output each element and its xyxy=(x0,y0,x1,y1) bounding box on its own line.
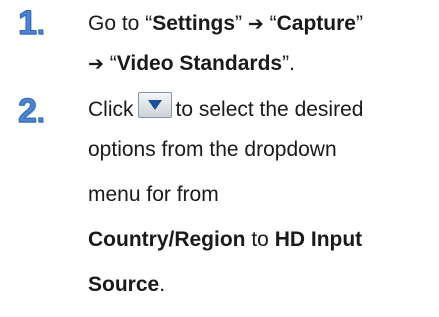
source-label: Source xyxy=(88,273,160,296)
step-1-line-1: Go to “Settings” ➔ “Capture” xyxy=(88,4,363,44)
step-1-line-2: ➔ “Video Standards”. xyxy=(88,44,363,84)
country-region-label: Country/Region xyxy=(88,228,246,251)
video-standards-label: Video Standards xyxy=(116,52,283,75)
step-number-1: 1. xyxy=(18,4,46,42)
step-number-2-digit: 2 xyxy=(18,92,38,130)
right-arrow-icon: ➔ xyxy=(247,13,264,35)
dropdown-arrow-icon xyxy=(137,92,172,118)
step-2-click-text: Click xyxy=(88,98,134,121)
step-1-quote-close-1: ” xyxy=(235,12,248,35)
step-2-line-5: Source. xyxy=(88,265,363,310)
step-2-line-3: menu for from xyxy=(88,183,219,206)
step-number-2-dot: . xyxy=(36,97,45,129)
step-2-to-text: to xyxy=(245,228,275,251)
step-2-line-4: Country/Region to HD Input xyxy=(88,220,363,265)
step-1-quote-close-3: ”. xyxy=(282,52,295,75)
step-2-select-text: to select the desired xyxy=(175,98,364,121)
step-1-quote-close-2: ” xyxy=(355,12,363,35)
step-number-2: 2. xyxy=(18,92,46,130)
step-1-quote-open-2: “ xyxy=(263,12,277,35)
capture-label: Capture xyxy=(276,12,356,35)
step-2-text: Click to select the desired options from … xyxy=(88,90,363,310)
step-number-1-dot: . xyxy=(36,9,45,41)
settings-label: Settings xyxy=(152,12,236,35)
step-1-quote-open-3: “ xyxy=(103,52,117,75)
step-2-line-2: options from the dropdown xyxy=(88,138,337,161)
right-arrow-icon: ➔ xyxy=(88,53,104,75)
step-number-1-digit: 1 xyxy=(18,4,38,42)
hd-input-label: HD Input xyxy=(274,228,363,251)
step-2-period: . xyxy=(159,273,166,296)
step-2-line-1: Click to select the desired xyxy=(88,90,363,130)
step-1-text: Go to “Settings” ➔ “Capture” ➔ “Video St… xyxy=(88,4,363,84)
step-1-go-to-text: Go to “ xyxy=(88,12,153,35)
